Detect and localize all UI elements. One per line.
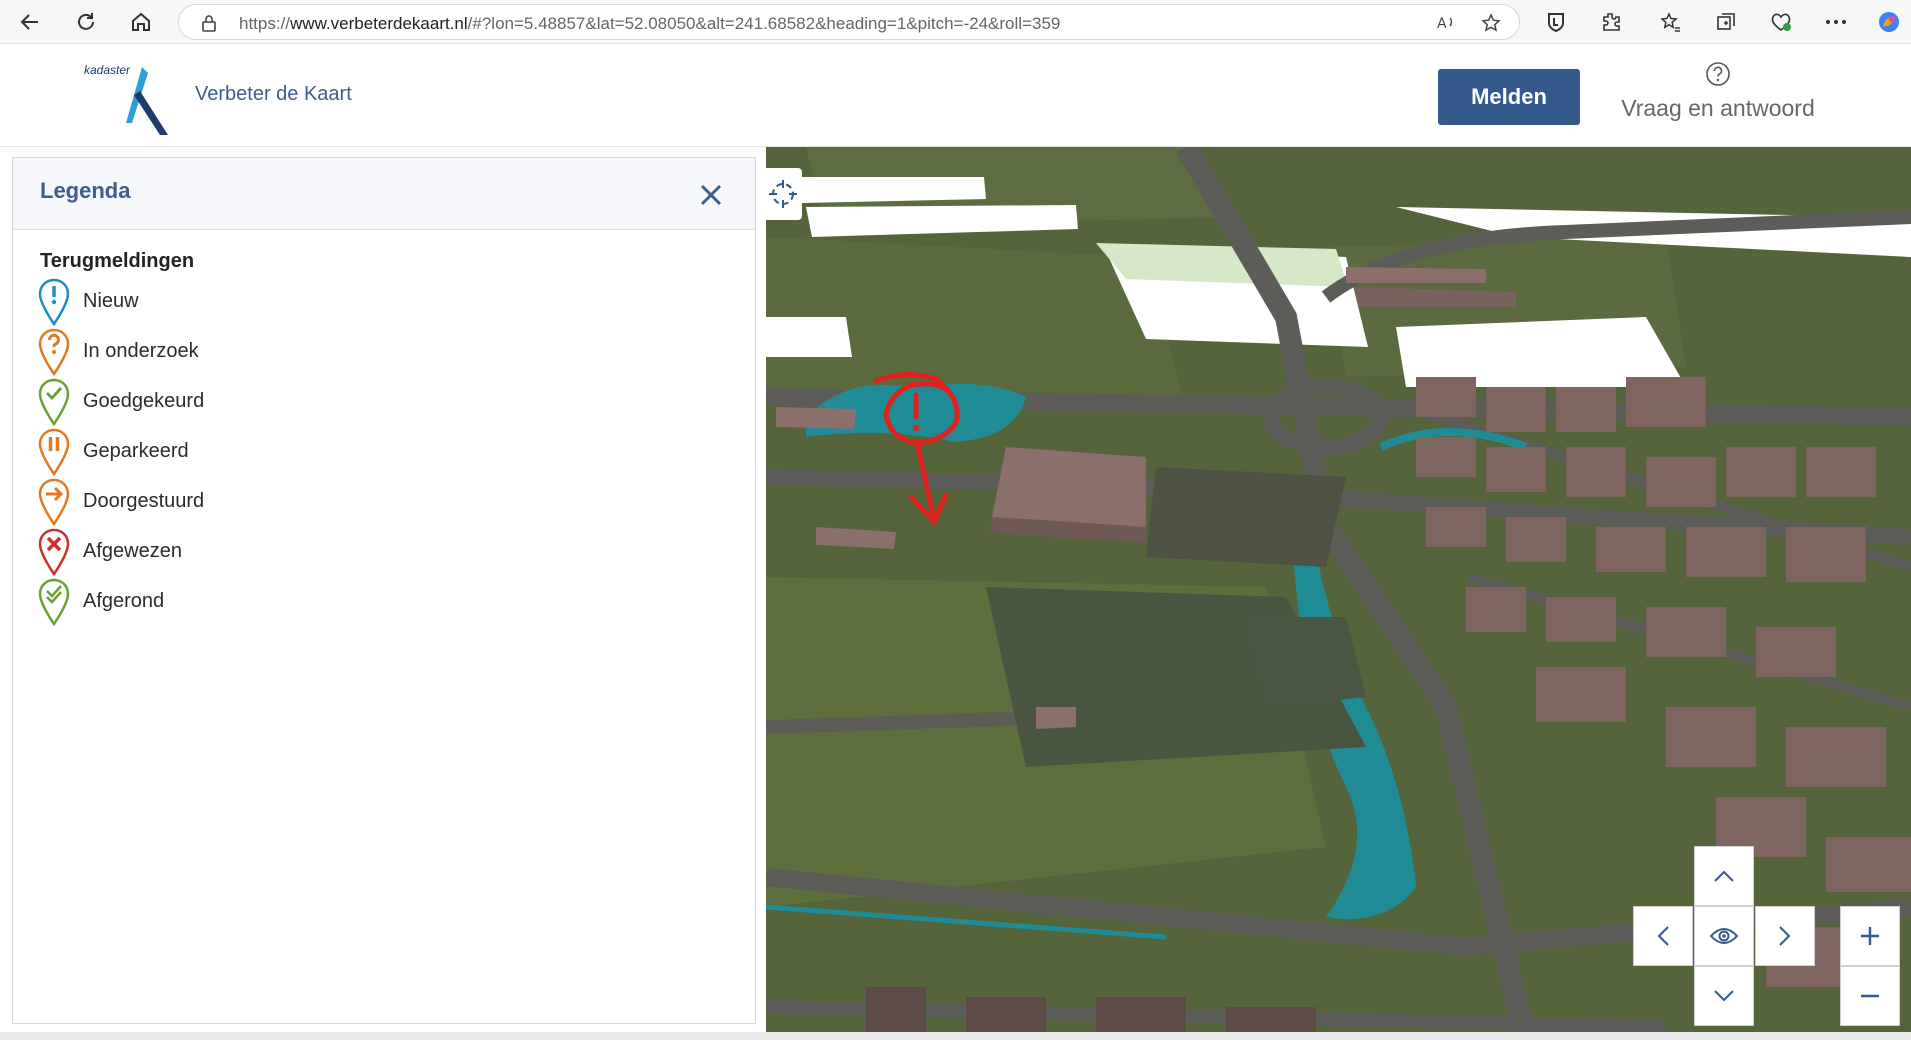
- zoom-out-button[interactable]: [1840, 966, 1900, 1026]
- kadaster-logo[interactable]: kadaster: [84, 59, 184, 139]
- close-icon[interactable]: [696, 180, 726, 210]
- back-icon[interactable]: [14, 6, 46, 38]
- chevron-down-icon: [1714, 990, 1734, 1002]
- browser-essentials-icon[interactable]: [1765, 6, 1797, 38]
- home-icon[interactable]: [125, 6, 157, 38]
- legend-item-goedgekeurd: Goedgekeurd: [37, 378, 437, 428]
- chevron-right-icon: [1779, 926, 1791, 946]
- faq-label: Vraag en antwoord: [1621, 95, 1815, 121]
- collections-icon[interactable]: [1710, 6, 1742, 38]
- legend-item-afgewezen: Afgewezen: [37, 528, 437, 578]
- pan-down-button[interactable]: [1694, 966, 1754, 1026]
- arrow-pin-icon: [38, 478, 70, 526]
- melden-button[interactable]: Melden: [1438, 69, 1580, 125]
- pan-up-button[interactable]: [1694, 846, 1754, 906]
- view-reset-button[interactable]: [1694, 906, 1754, 966]
- legend-title: Legenda: [40, 178, 131, 203]
- favorite-star-icon[interactable]: [1476, 11, 1506, 35]
- shield-extension-icon[interactable]: [1540, 6, 1572, 38]
- minus-icon: [1861, 994, 1879, 998]
- legend-item-label: Goedgekeurd: [83, 390, 205, 412]
- cross-pin-icon: [38, 528, 70, 576]
- url-text[interactable]: https://www.verbeterdekaart.nl/#?lon=5.4…: [239, 14, 1060, 34]
- legend-item-label: Nieuw: [83, 290, 139, 312]
- chevron-left-icon: [1657, 926, 1669, 946]
- exclamation-pin-icon: [38, 278, 70, 326]
- legend-item-label: Afgerond: [83, 590, 165, 612]
- refresh-icon[interactable]: [70, 6, 102, 38]
- app-header: kadaster Verbeter de Kaart Melden Vraag …: [0, 45, 1911, 147]
- legend-item-label: In onderzoek: [83, 340, 199, 362]
- pan-left-button[interactable]: [1633, 906, 1693, 966]
- favorites-icon[interactable]: [1655, 6, 1687, 38]
- kadaster-logo-mark-icon: [126, 67, 168, 135]
- legend-item-label: Geparkeerd: [83, 440, 189, 462]
- legend-item-afgerond: Afgerond: [37, 578, 437, 628]
- legend-item-nieuw: Nieuw: [37, 278, 437, 328]
- question-pin-icon: [38, 328, 70, 376]
- svg-text:A: A: [1437, 16, 1447, 32]
- double-check-pin-icon: [38, 578, 70, 626]
- lock-icon[interactable]: [201, 14, 217, 37]
- chevron-up-icon: [1714, 870, 1734, 882]
- legend-item-doorgestuurd: Doorgestuurd: [37, 478, 437, 528]
- legend-section-title: Terugmeldingen: [40, 250, 195, 272]
- legend-item-in-onderzoek: In onderzoek: [37, 328, 437, 378]
- legend-item-label: Doorgestuurd: [83, 490, 205, 512]
- legend-list: Nieuw In onderzoek Goedgekeurd Geparkeer…: [37, 278, 437, 628]
- app-title[interactable]: Verbeter de Kaart: [195, 83, 352, 106]
- faq-link[interactable]: Vraag en antwoord: [1614, 61, 1822, 133]
- browser-toolbar: https://www.verbeterdekaart.nl/#?lon=5.4…: [0, 0, 1911, 44]
- address-bar[interactable]: https://www.verbeterdekaart.nl/#?lon=5.4…: [178, 4, 1520, 40]
- legend-item-label: Afgewezen: [83, 540, 182, 562]
- locate-button[interactable]: [764, 168, 802, 220]
- crosshair-icon: [769, 180, 797, 208]
- pan-right-button[interactable]: [1755, 906, 1815, 966]
- help-icon: [1706, 62, 1730, 86]
- zoom-in-button[interactable]: [1840, 906, 1900, 966]
- legend-header: Legenda: [13, 158, 755, 230]
- eye-icon: [1709, 928, 1739, 944]
- legend-panel: Legenda Terugmeldingen Nieuw In onderzoe…: [12, 157, 756, 1024]
- extensions-icon[interactable]: [1595, 6, 1627, 38]
- more-menu-icon[interactable]: [1820, 6, 1852, 38]
- copilot-icon[interactable]: [1873, 6, 1905, 38]
- page-bottom-edge: [0, 1032, 1911, 1040]
- pause-pin-icon: [38, 428, 70, 476]
- check-pin-icon: [38, 378, 70, 426]
- plus-icon: [1861, 927, 1879, 945]
- read-aloud-icon[interactable]: A: [1431, 11, 1461, 35]
- legend-item-geparkeerd: Geparkeerd: [37, 428, 437, 478]
